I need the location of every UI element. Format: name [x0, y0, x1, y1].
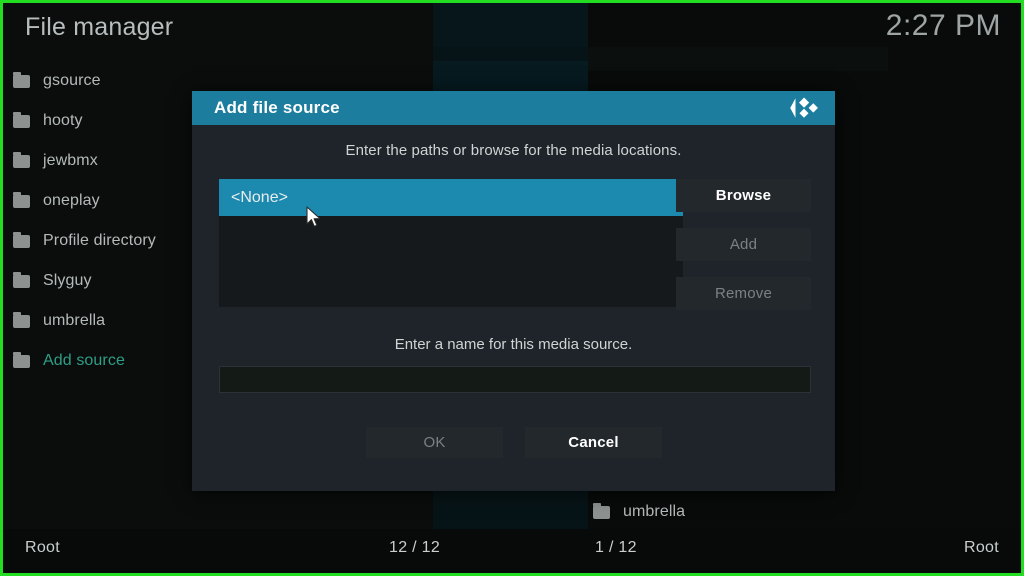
- folder-icon: [13, 151, 30, 168]
- clock: 2:27 PM: [885, 9, 1001, 42]
- path-list-item[interactable]: <None>: [219, 179, 683, 216]
- sidebar-item-label: hooty: [43, 112, 83, 129]
- sidebar-item-label: oneplay: [43, 192, 100, 209]
- add-file-source-dialog: Add file source Enter the paths or brows…: [192, 91, 835, 491]
- source-name-input[interactable]: [219, 366, 811, 393]
- folder-icon: [13, 111, 30, 128]
- cancel-button[interactable]: Cancel: [525, 427, 662, 458]
- folder-icon: [13, 71, 30, 88]
- folder-icon: [13, 231, 30, 248]
- sidebar-item-label: jewbmx: [43, 152, 98, 169]
- folder-icon: [13, 271, 30, 288]
- folder-icon: [13, 351, 30, 368]
- dialog-header: Add file source: [192, 91, 835, 125]
- kodi-logo-icon: [789, 95, 819, 121]
- background-accent-band-top: [433, 3, 588, 47]
- sidebar-item-label: umbrella: [43, 312, 106, 329]
- add-button[interactable]: Add: [676, 228, 811, 261]
- right-pane-item-label: umbrella: [623, 503, 686, 520]
- folder-icon: [593, 502, 610, 519]
- statusbar-right-count: 1 / 12: [595, 539, 637, 556]
- folder-icon: [13, 191, 30, 208]
- ok-button[interactable]: OK: [366, 427, 503, 458]
- dialog-title: Add file source: [214, 98, 340, 117]
- statusbar-left-path: Root: [25, 539, 60, 556]
- statusbar-right-path: Root: [964, 539, 999, 556]
- mouse-cursor: [306, 206, 324, 230]
- sidebar-item-label: Add source: [43, 352, 125, 369]
- dialog-instruction: Enter the paths or browse for the media …: [345, 142, 682, 159]
- browse-button[interactable]: Browse: [676, 179, 811, 212]
- folder-icon: [13, 311, 30, 328]
- sidebar-item-label: Slyguy: [43, 272, 92, 289]
- right-pane-item-umbrella[interactable]: umbrella: [593, 502, 686, 521]
- remove-button[interactable]: Remove: [676, 277, 811, 310]
- name-field-label: Enter a name for this media source.: [394, 336, 633, 353]
- statusbar-left-count: 12 / 12: [389, 539, 441, 556]
- sidebar-item-label: Profile directory: [43, 232, 156, 249]
- kodi-screen: File manager 2:27 PM gsource hooty jewbm…: [0, 0, 1024, 576]
- statusbar: Root 12 / 12 1 / 12 Root: [3, 529, 1021, 573]
- sidebar-item-label: gsource: [43, 72, 101, 89]
- page-title: File manager: [25, 13, 174, 41]
- background-accent-band-third: [588, 47, 888, 71]
- path-list[interactable]: <None>: [219, 179, 683, 307]
